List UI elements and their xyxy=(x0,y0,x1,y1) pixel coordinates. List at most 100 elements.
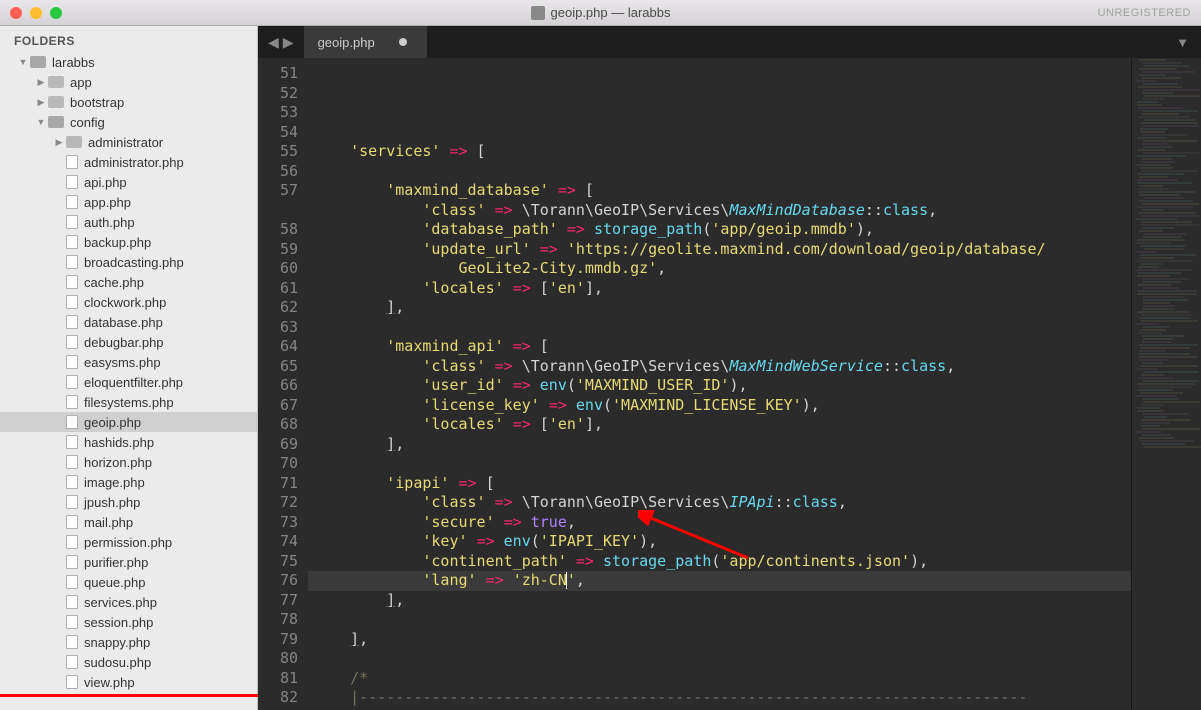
code-line[interactable]: 'update_url' => 'https://geolite.maxmind… xyxy=(308,240,1131,260)
code-line[interactable]: 'continent_path' => storage_path('app/co… xyxy=(308,552,1131,572)
code-line[interactable]: 'ipapi' => [ xyxy=(308,474,1131,494)
line-number: 60 xyxy=(258,259,298,279)
folder-item[interactable]: ▶bootstrap xyxy=(0,92,257,112)
code-line[interactable]: ], xyxy=(308,591,1131,611)
tab-nav-arrows[interactable]: ◀ ▶ xyxy=(258,26,304,58)
code-area[interactable]: 5152535455565758596061626364656667686970… xyxy=(258,58,1201,710)
file-item[interactable]: view.php xyxy=(0,672,257,692)
code-line[interactable] xyxy=(308,649,1131,669)
tree-item-label: administrator.php xyxy=(84,155,184,170)
code-line[interactable] xyxy=(308,162,1131,182)
line-number: 76 xyxy=(258,571,298,591)
tree-item-label: larabbs xyxy=(52,55,95,70)
file-item[interactable]: broadcasting.php xyxy=(0,252,257,272)
code-line[interactable]: 'maxmind_api' => [ xyxy=(308,337,1131,357)
code-line[interactable]: 'maxmind_database' => [ xyxy=(308,181,1131,201)
code-line[interactable] xyxy=(308,454,1131,474)
line-number: 72 xyxy=(258,493,298,513)
code-line[interactable]: 'secure' => true, xyxy=(308,513,1131,533)
file-item[interactable]: app.php xyxy=(0,192,257,212)
minimap[interactable] xyxy=(1131,58,1201,710)
code-line[interactable]: |---------------------------------------… xyxy=(308,688,1131,708)
disclosure-icon[interactable]: ▼ xyxy=(18,57,28,67)
file-icon xyxy=(66,455,78,469)
code-line[interactable] xyxy=(308,318,1131,338)
code-content[interactable]: 'services' => [ 'maxmind_database' => [ … xyxy=(308,58,1131,710)
code-line[interactable]: 'class' => \Torann\GeoIP\Services\IPApi:… xyxy=(308,493,1131,513)
tree-item-label: snappy.php xyxy=(84,635,150,650)
file-item[interactable]: auth.php xyxy=(0,212,257,232)
code-line[interactable]: 'user_id' => env('MAXMIND_USER_ID'), xyxy=(308,376,1131,396)
code-line[interactable]: GeoLite2-City.mmdb.gz', xyxy=(308,259,1131,279)
code-line[interactable]: 'locales' => ['en'], xyxy=(308,279,1131,299)
close-window-button[interactable] xyxy=(10,7,22,19)
file-item[interactable]: hashids.php xyxy=(0,432,257,452)
code-line[interactable]: 'database_path' => storage_path('app/geo… xyxy=(308,220,1131,240)
file-item[interactable]: geoip.php xyxy=(0,412,257,432)
file-icon xyxy=(66,475,78,489)
line-number: 71 xyxy=(258,474,298,494)
folder-item[interactable]: ▶administrator xyxy=(0,132,257,152)
folder-icon xyxy=(66,136,82,148)
folder-item[interactable]: ▼config xyxy=(0,112,257,132)
file-item[interactable]: jpush.php xyxy=(0,492,257,512)
disclosure-icon[interactable]: ▶ xyxy=(54,137,64,148)
minimize-window-button[interactable] xyxy=(30,7,42,19)
line-number: 61 xyxy=(258,279,298,299)
file-item[interactable]: permission.php xyxy=(0,532,257,552)
tree-item-label: sudosu.php xyxy=(84,655,151,670)
tab-dropdown-icon[interactable]: ▼ xyxy=(1164,26,1201,58)
file-item[interactable]: database.php xyxy=(0,312,257,332)
line-number xyxy=(258,201,298,221)
file-item[interactable]: sudosu.php xyxy=(0,652,257,672)
file-item[interactable]: api.php xyxy=(0,172,257,192)
code-line[interactable]: ], xyxy=(308,298,1131,318)
code-line[interactable]: 'class' => \Torann\GeoIP\Services\MaxMin… xyxy=(308,201,1131,221)
code-line[interactable]: 'key' => env('IPAPI_KEY'), xyxy=(308,532,1131,552)
file-item[interactable]: easysms.php xyxy=(0,352,257,372)
file-item[interactable]: services.php xyxy=(0,592,257,612)
code-line[interactable]: /* xyxy=(308,669,1131,689)
file-item[interactable]: cache.php xyxy=(0,272,257,292)
disclosure-icon[interactable]: ▶ xyxy=(36,97,46,108)
code-line[interactable]: 'class' => \Torann\GeoIP\Services\MaxMin… xyxy=(308,357,1131,377)
file-item[interactable]: administrator.php xyxy=(0,152,257,172)
file-item[interactable]: horizon.php xyxy=(0,452,257,472)
line-number: 69 xyxy=(258,435,298,455)
file-item[interactable]: session.php xyxy=(0,612,257,632)
tab-geoip[interactable]: geoip.php xyxy=(304,26,427,58)
code-line[interactable]: 'license_key' => env('MAXMIND_LICENSE_KE… xyxy=(308,396,1131,416)
folder-item[interactable]: ▼ larabbs xyxy=(0,52,257,72)
file-item[interactable]: mail.php xyxy=(0,512,257,532)
disclosure-icon[interactable]: ▼ xyxy=(36,117,46,127)
file-item[interactable]: purifier.php xyxy=(0,552,257,572)
file-item[interactable]: image.php xyxy=(0,472,257,492)
document-icon xyxy=(531,6,545,20)
file-icon xyxy=(66,615,78,629)
line-number: 55 xyxy=(258,142,298,162)
file-item[interactable]: eloquentfilter.php xyxy=(0,372,257,392)
folder-item[interactable]: ▶app xyxy=(0,72,257,92)
file-icon xyxy=(66,315,78,329)
nav-prev-icon[interactable]: ◀ xyxy=(268,34,279,51)
file-item[interactable]: queue.php xyxy=(0,572,257,592)
file-item[interactable]: backup.php xyxy=(0,232,257,252)
file-item[interactable]: debugbar.php xyxy=(0,332,257,352)
folder-tree[interactable]: ▼larabbs▶app▶bootstrap▼config▶administra… xyxy=(0,52,257,710)
file-icon xyxy=(66,435,78,449)
file-item[interactable]: clockwork.php xyxy=(0,292,257,312)
disclosure-icon[interactable]: ▶ xyxy=(36,77,46,88)
tab-bar: ◀ ▶ geoip.php ▼ xyxy=(258,26,1201,58)
line-number: 70 xyxy=(258,454,298,474)
code-line[interactable]: 'locales' => ['en'], xyxy=(308,415,1131,435)
code-line[interactable]: ], xyxy=(308,630,1131,650)
code-line[interactable]: 'services' => [ xyxy=(308,142,1131,162)
nav-next-icon[interactable]: ▶ xyxy=(283,34,294,51)
file-item[interactable]: filesystems.php xyxy=(0,392,257,412)
code-line[interactable]: 'lang' => 'zh-CN', xyxy=(308,571,1131,591)
file-item[interactable]: snappy.php xyxy=(0,632,257,652)
code-line[interactable]: ], xyxy=(308,435,1131,455)
code-line[interactable] xyxy=(308,610,1131,630)
zoom-window-button[interactable] xyxy=(50,7,62,19)
code-line[interactable] xyxy=(308,123,1131,143)
